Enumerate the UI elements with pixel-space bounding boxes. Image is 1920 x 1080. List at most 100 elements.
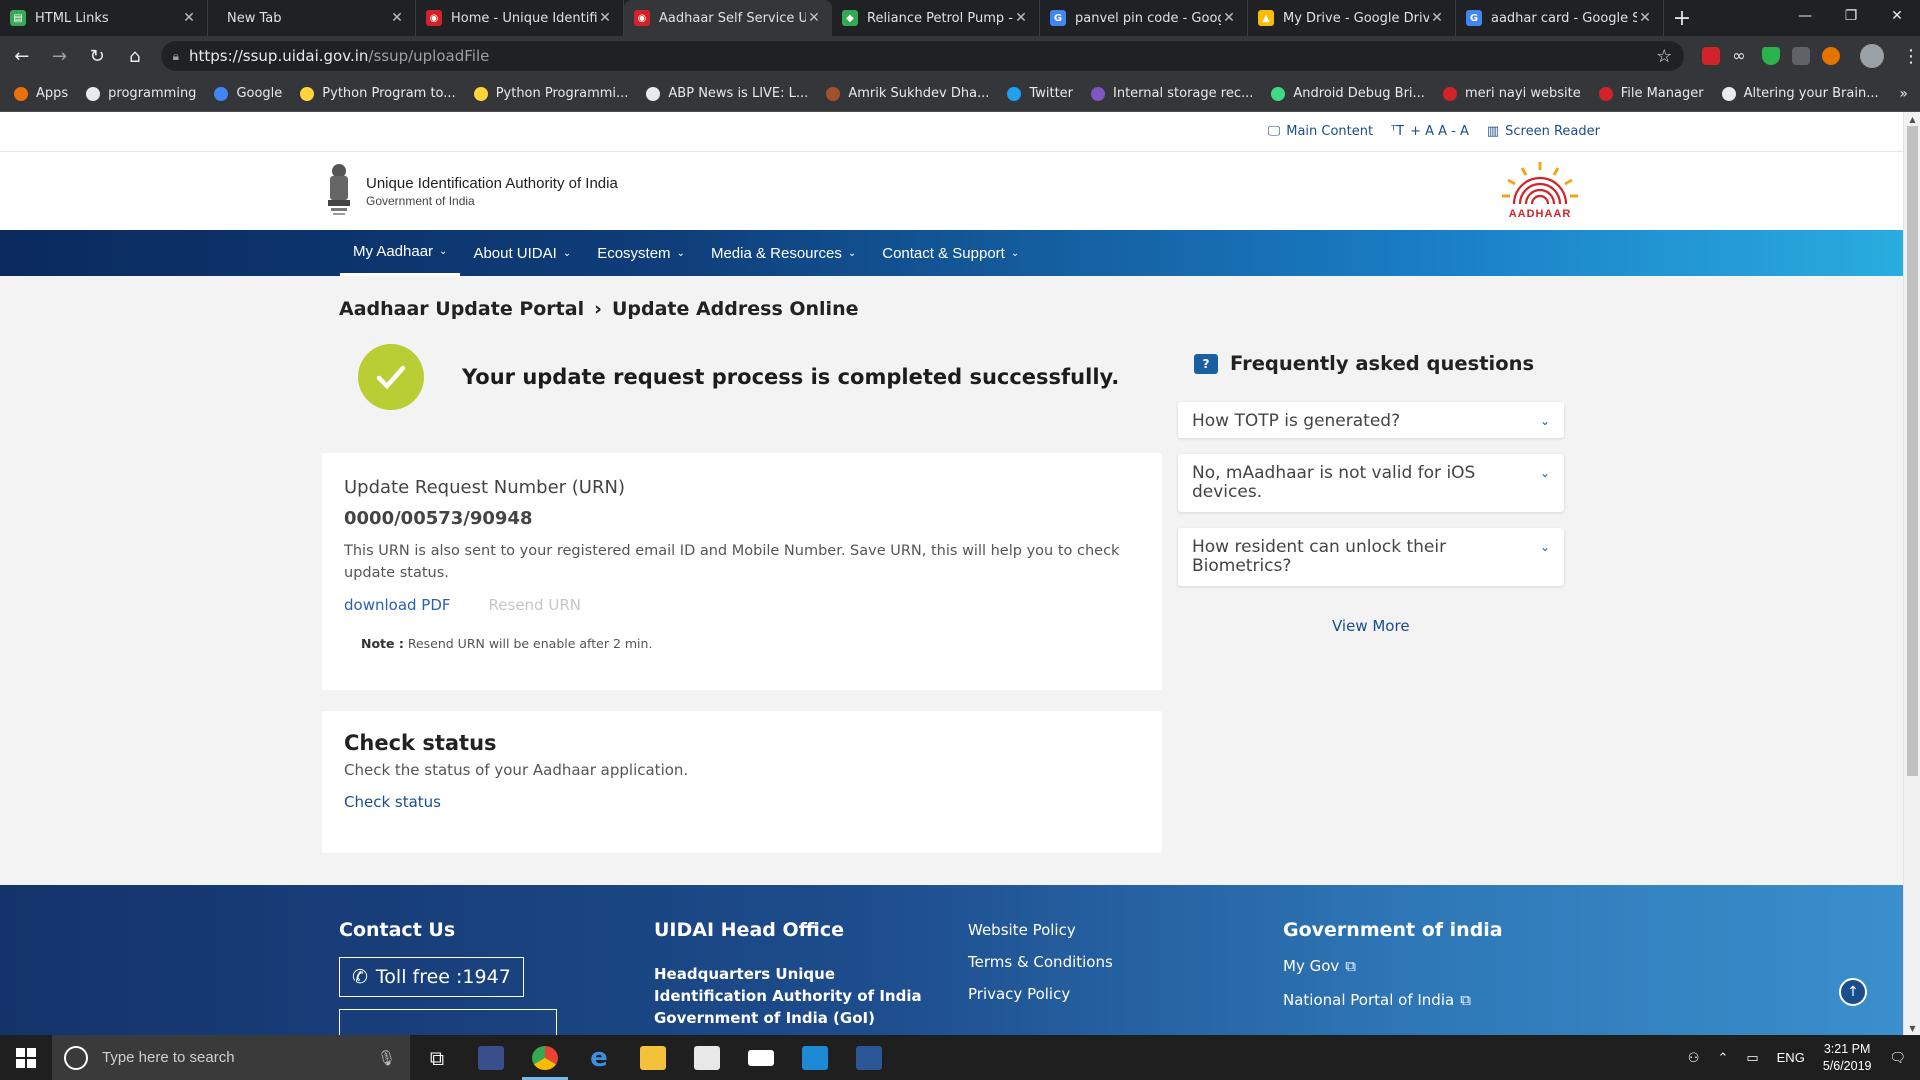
nav-item[interactable]: My Aadhaar ⌄	[340, 230, 461, 276]
browser-tab[interactable]: Gaadhar card - Google S ✕	[1456, 0, 1664, 36]
nav-item[interactable]: Contact & Support ⌄	[869, 230, 1032, 276]
browser-tab[interactable]: ◉ Aadhaar Self Service Up ✕	[624, 0, 832, 36]
main-content-link[interactable]: 🖵︎ Main Content	[1268, 124, 1373, 139]
word-app-icon[interactable]	[842, 1035, 896, 1080]
website-policy-link[interactable]: Website Policy	[968, 921, 1113, 939]
adblock-extension-icon[interactable]	[1702, 47, 1721, 65]
reload-icon[interactable]: ↻	[81, 40, 113, 72]
store-app-icon[interactable]	[680, 1035, 734, 1080]
close-tab-icon[interactable]: ✕	[806, 10, 822, 26]
browser-tab[interactable]: ▤ HTML Links ✕	[0, 0, 208, 36]
browser-tab[interactable]: ▲ My Drive - Google Driv ✕	[1248, 0, 1456, 36]
devcpp-app-icon[interactable]	[464, 1035, 518, 1080]
browser-tab[interactable]: ◆ Reliance Petrol Pump - ✕	[832, 0, 1040, 36]
nav-item[interactable]: Ecosystem ⌄	[584, 230, 698, 276]
breadcrumb-parent[interactable]: Aadhaar Update Portal	[339, 298, 584, 320]
close-window-icon[interactable]: ✕	[1874, 0, 1920, 32]
new-tab-button[interactable]: +	[1664, 0, 1700, 36]
bookmark-item[interactable]: Android Debug Bri...	[1271, 86, 1425, 101]
close-tab-icon[interactable]: ✕	[1013, 10, 1029, 26]
address-bar[interactable]: 🔒︎ https://ssup.uidai.gov.in/ssup/upload…	[160, 41, 1685, 71]
toll-free-button[interactable]: ✆ Toll free :1947	[339, 957, 524, 997]
mygov-link[interactable]: My Gov ⧉	[1283, 957, 1503, 975]
windows-start-icon[interactable]	[0, 1035, 52, 1080]
color-extension-icon[interactable]	[1822, 47, 1841, 65]
bookmark-item[interactable]: Google	[214, 86, 282, 101]
scroll-up-arrow-icon[interactable]: ▲	[1904, 112, 1920, 126]
home-icon[interactable]: ⌂	[119, 40, 151, 72]
edge-app-icon[interactable]: e	[572, 1035, 626, 1080]
browser-tab[interactable]: New Tab ✕	[208, 0, 416, 36]
tab-title: Reliance Petrol Pump -	[867, 10, 1013, 26]
close-tab-icon[interactable]: ✕	[597, 10, 613, 26]
bookmark-item[interactable]: Python Program to...	[300, 86, 456, 101]
forward-icon[interactable]: →	[44, 40, 76, 72]
bookmark-star-icon[interactable]: ☆	[1656, 46, 1672, 67]
bookmarks-overflow-icon[interactable]: »	[1899, 86, 1908, 102]
faq-item-totp[interactable]: How TOTP is generated? ⌄	[1178, 402, 1564, 438]
bookmark-item[interactable]: Internal storage rec...	[1091, 86, 1253, 101]
close-tab-icon[interactable]: ✕	[1637, 10, 1653, 26]
close-tab-icon[interactable]: ✕	[389, 10, 405, 26]
close-tab-icon[interactable]: ✕	[1221, 10, 1237, 26]
copy-extension-icon[interactable]	[1792, 47, 1811, 65]
bookmark-label: programming	[108, 86, 197, 101]
minimize-icon[interactable]: —	[1782, 0, 1828, 32]
browser-tab[interactable]: Gpanvel pin code - Goog ✕	[1040, 0, 1248, 36]
bookmark-item[interactable]: Amrik Sukhdev Dha...	[826, 86, 989, 101]
scroll-to-top-icon[interactable]: ↑	[1839, 978, 1867, 1006]
mail-app-icon[interactable]	[734, 1035, 788, 1080]
language-indicator[interactable]: ENG	[1777, 1050, 1805, 1065]
nav-item[interactable]: About UIDAI ⌄	[460, 230, 584, 276]
tab-favicon-icon: G	[1050, 10, 1066, 26]
bookmark-item[interactable]: programming	[86, 86, 196, 101]
faq-item-maadhaar[interactable]: No, mAadhaar is not valid for iOS device…	[1178, 454, 1564, 512]
faq-item-biometrics[interactable]: How resident can unlock their Biometrics…	[1178, 528, 1564, 586]
clock[interactable]: 3:21 PM 5/6/2019	[1823, 1041, 1872, 1075]
privacy-policy-link[interactable]: Privacy Policy	[968, 985, 1113, 1003]
tab-strip: ▤ HTML Links ✕ New Tab ✕ ◉ Home - Unique Ident…	[0, 0, 1920, 36]
scrollbar-thumb[interactable]	[1907, 126, 1918, 776]
shield-extension-icon[interactable]	[1762, 47, 1781, 65]
vscode-app-icon[interactable]	[788, 1035, 842, 1080]
bookmark-item[interactable]: Twitter	[1007, 86, 1073, 101]
bookmark-item[interactable]: ABP News is LIVE: L...	[646, 86, 808, 101]
tray-chevron-icon[interactable]: ⌃	[1717, 1050, 1728, 1066]
taskbar-search[interactable]: Type here to search 🎙︎	[52, 1035, 410, 1080]
battery-icon[interactable]: ▭	[1746, 1050, 1758, 1066]
bookmark-item[interactable]: File Manager	[1598, 86, 1704, 101]
footer-contact-heading: Contact Us	[339, 919, 456, 941]
browser-tab[interactable]: ◉ Home - Unique Identifi ✕	[416, 0, 624, 36]
terms-link[interactable]: Terms & Conditions	[968, 953, 1113, 971]
bookmark-item[interactable]: Apps	[14, 86, 68, 101]
notifications-icon[interactable]: 🗨︎	[1889, 1050, 1906, 1066]
check-status-link[interactable]: Check status	[344, 793, 1140, 811]
bookmark-item[interactable]: meri nayi website	[1442, 86, 1581, 101]
bookmark-item[interactable]: Python Programmi...	[473, 86, 628, 101]
aadhaar-logo[interactable]: AADHAAR	[1498, 160, 1582, 220]
task-view-icon[interactable]: ⧉	[410, 1035, 464, 1080]
scroll-down-arrow-icon[interactable]: ▼	[1904, 1021, 1920, 1035]
text-size-control[interactable]: ᵀT + A A - A	[1391, 124, 1469, 139]
people-icon[interactable]: ⚇	[1688, 1050, 1700, 1066]
page-scrollbar[interactable]: ▲ ▼	[1903, 112, 1920, 1035]
microphone-icon[interactable]: 🎙︎	[377, 1049, 396, 1067]
screen-reader-link[interactable]: ▥ Screen Reader	[1487, 124, 1600, 139]
bookmark-item[interactable]: Altering your Brain...	[1721, 86, 1879, 101]
view-more-link[interactable]: View More	[1332, 617, 1410, 635]
nav-item[interactable]: Media & Resources ⌄	[698, 230, 869, 276]
monitor-icon: 🖵︎	[1267, 124, 1281, 139]
download-pdf-link[interactable]: download PDF	[344, 596, 451, 614]
menu-kebab-icon[interactable]: ⋮	[1902, 46, 1920, 67]
profile-avatar[interactable]	[1860, 44, 1884, 68]
back-icon[interactable]: ←	[6, 40, 38, 72]
chrome-app-icon[interactable]	[518, 1035, 572, 1080]
restore-icon[interactable]: ❐	[1828, 0, 1874, 32]
resend-urn-link[interactable]: Resend URN	[489, 596, 581, 614]
close-tab-icon[interactable]: ✕	[181, 10, 197, 26]
close-tab-icon[interactable]: ✕	[1429, 10, 1445, 26]
national-portal-link[interactable]: National Portal of India ⧉	[1283, 991, 1503, 1009]
file-explorer-icon[interactable]	[626, 1035, 680, 1080]
email-contact-button[interactable]	[339, 1009, 557, 1035]
infinity-extension-icon[interactable]: ∞	[1732, 47, 1750, 65]
